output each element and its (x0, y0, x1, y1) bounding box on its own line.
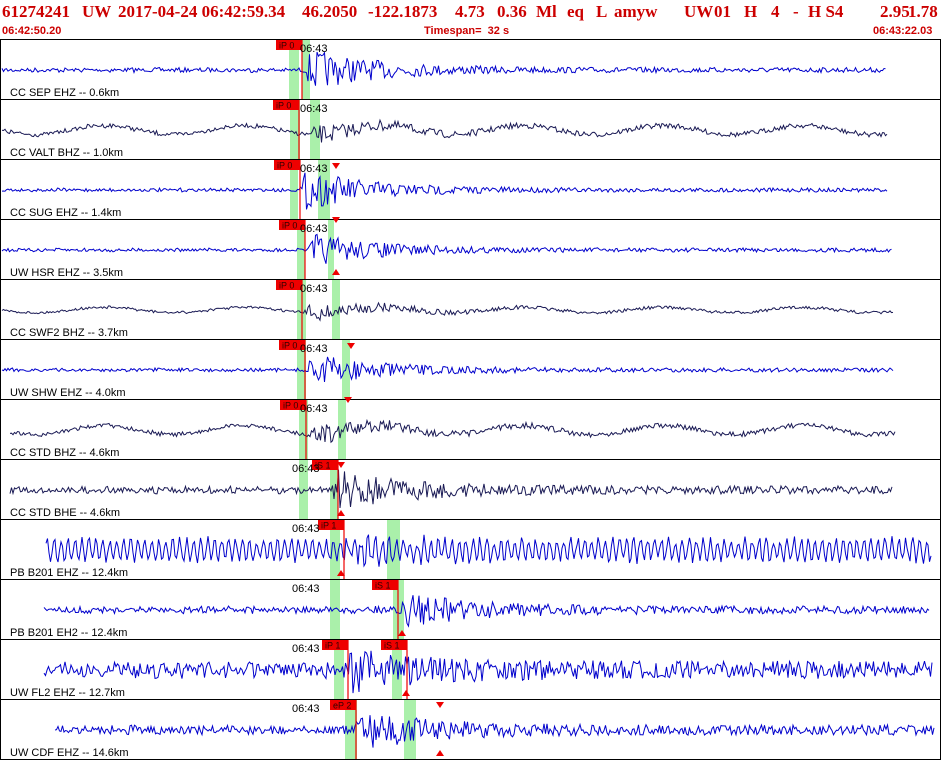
value-two: 1.78 (908, 2, 938, 21)
time-tick-label: 06:43 (300, 103, 328, 115)
pick-flag-label: iP 1 (321, 521, 336, 531)
pick-flag-label: iP 0 (279, 281, 294, 291)
station-label: UW HSR EHZ -- 3.5km (10, 267, 123, 279)
time-tick-label: 06:43 (300, 223, 328, 235)
event-latitude: 46.2050 (302, 2, 358, 21)
pick-flag-label: iP 0 (277, 161, 292, 171)
pick-flag-label: eP 2 (333, 701, 351, 711)
event-longitude: -122.1873 (368, 2, 438, 21)
start-time: 06:42:50.20 (2, 25, 62, 37)
event-magnitude: 0.36 (497, 2, 527, 21)
timespan-label: Timespan= 32 s (424, 25, 510, 37)
station-label: CC STD BHE -- 4.6km (10, 507, 120, 519)
event-id: 61274241 (2, 2, 70, 21)
time-tick-label: 06:43 (300, 43, 328, 55)
quality-code: H (744, 2, 758, 21)
trace-panel[interactable]: eP 2 06:43 UW CDF EHZ -- 14.6km (0, 699, 941, 760)
time-tick-label: 06:43 (292, 703, 320, 715)
panel-frame (0, 159, 941, 220)
pick-flag-label: iP 0 (276, 101, 291, 111)
pick-flag-label: iP 0 (279, 41, 294, 51)
station-label: CC VALT BHZ -- 1.0km (10, 147, 123, 159)
time-tick-label: 06:43 (292, 583, 320, 595)
panel-frame (0, 339, 941, 400)
analyst-name: amyw (614, 2, 658, 21)
trace-panel[interactable]: iP 1 iS 1 06:43 UW FL2 EHZ -- 12.7km (0, 639, 941, 700)
time-tick-label: 06:43 (300, 343, 328, 355)
trace-panel[interactable]: iP 0 06:43 CC STD BHZ -- 4.6km (0, 397, 941, 460)
trace-panel[interactable]: iP 0 06:43 CC VALT BHZ -- 1.0km (0, 99, 941, 160)
event-summary-line: 61274241 UW 2017-04-24 06:42:59.34 46.20… (0, 0, 941, 26)
time-tick-label: 06:43 (292, 643, 320, 655)
pick-flag-label: iP 0 (282, 341, 297, 351)
magnitude-type: Ml (536, 2, 557, 21)
pick-flag-label: iS 1 (375, 581, 391, 591)
station-label: UW FL2 EHZ -- 12.7km (10, 687, 125, 699)
pick-flag-label: iP 0 (282, 221, 297, 231)
trace-panel[interactable]: iS 1 06:43 PB B201 EH2 -- 12.4km (0, 579, 941, 640)
station-label: PB B201 EH2 -- 12.4km (10, 627, 127, 639)
pick-flag-label: iP 0 (283, 401, 298, 411)
trace-panel[interactable]: iP 0 06:43 CC SEP EHZ -- 0.6km (0, 39, 941, 100)
time-tick-label: 06:43 (300, 163, 328, 175)
network-code: UW (684, 2, 714, 21)
station-label: CC SWF2 BHZ -- 3.7km (10, 327, 128, 339)
trace-panel[interactable]: iP 0 06:43 UW SHW EHZ -- 4.0km (0, 339, 941, 400)
station-label: CC SEP EHZ -- 0.6km (10, 87, 119, 99)
pick-flag-label: iS 1 (384, 641, 400, 651)
station-label: PB B201 EHZ -- 12.4km (10, 567, 128, 579)
event-flag: L (596, 2, 608, 21)
version-number: 01 (714, 2, 731, 21)
event-type: eq (567, 2, 584, 21)
time-tick-label: 06:43 (300, 283, 328, 295)
trace-panel[interactable]: iP 106:43 PB B201 EHZ -- 12.4km (0, 519, 941, 580)
station-label: UW CDF EHZ -- 14.6km (10, 747, 129, 759)
panel-frame (0, 399, 941, 460)
origin-datetime: 2017-04-24 06:42:59.34 (118, 2, 286, 21)
trace-panel[interactable]: iP 0 06:43 CC SUG EHZ -- 1.4km (0, 159, 941, 220)
event-network: UW (82, 2, 112, 21)
trace-panel[interactable]: iP 0 06:43 CC SWF2 BHZ -- 3.7km (0, 279, 941, 340)
time-tick-label: 06:43 (292, 463, 320, 475)
phase-window (328, 220, 334, 279)
trace-panels[interactable]: iP 0 06:43CC SEP EHZ -- 0.6kmiP 0 06:43CC … (0, 39, 941, 760)
station-label: UW SHW EHZ -- 4.0km (10, 387, 126, 399)
trace-panel[interactable]: iP 0 06:43 UW HSR EHZ -- 3.5km (0, 217, 941, 280)
station-label: CC SUG EHZ -- 1.4km (10, 207, 121, 219)
trace-panel[interactable]: iS 106:43CC STD BHE -- 4.6km (0, 459, 941, 520)
separator-dash: - (793, 2, 799, 21)
pick-count: 4 (771, 2, 780, 21)
pick-flag-label: iP 1 (325, 641, 340, 651)
station-code: H S4 (808, 2, 844, 21)
event-depth: 4.73 (455, 2, 485, 21)
station-label: CC STD BHZ -- 4.6km (10, 447, 119, 459)
end-time: 06:43:22.03 (873, 25, 933, 37)
panel-frame (0, 699, 941, 760)
time-tick-label: 06:43 (292, 523, 320, 535)
seismogram-viewer: { "header": { "event_id": "61274241", "n… (0, 0, 941, 760)
panel-frame (0, 99, 941, 160)
time-tick-label: 06:43 (300, 403, 328, 415)
value-one: 2.95 (880, 2, 910, 21)
